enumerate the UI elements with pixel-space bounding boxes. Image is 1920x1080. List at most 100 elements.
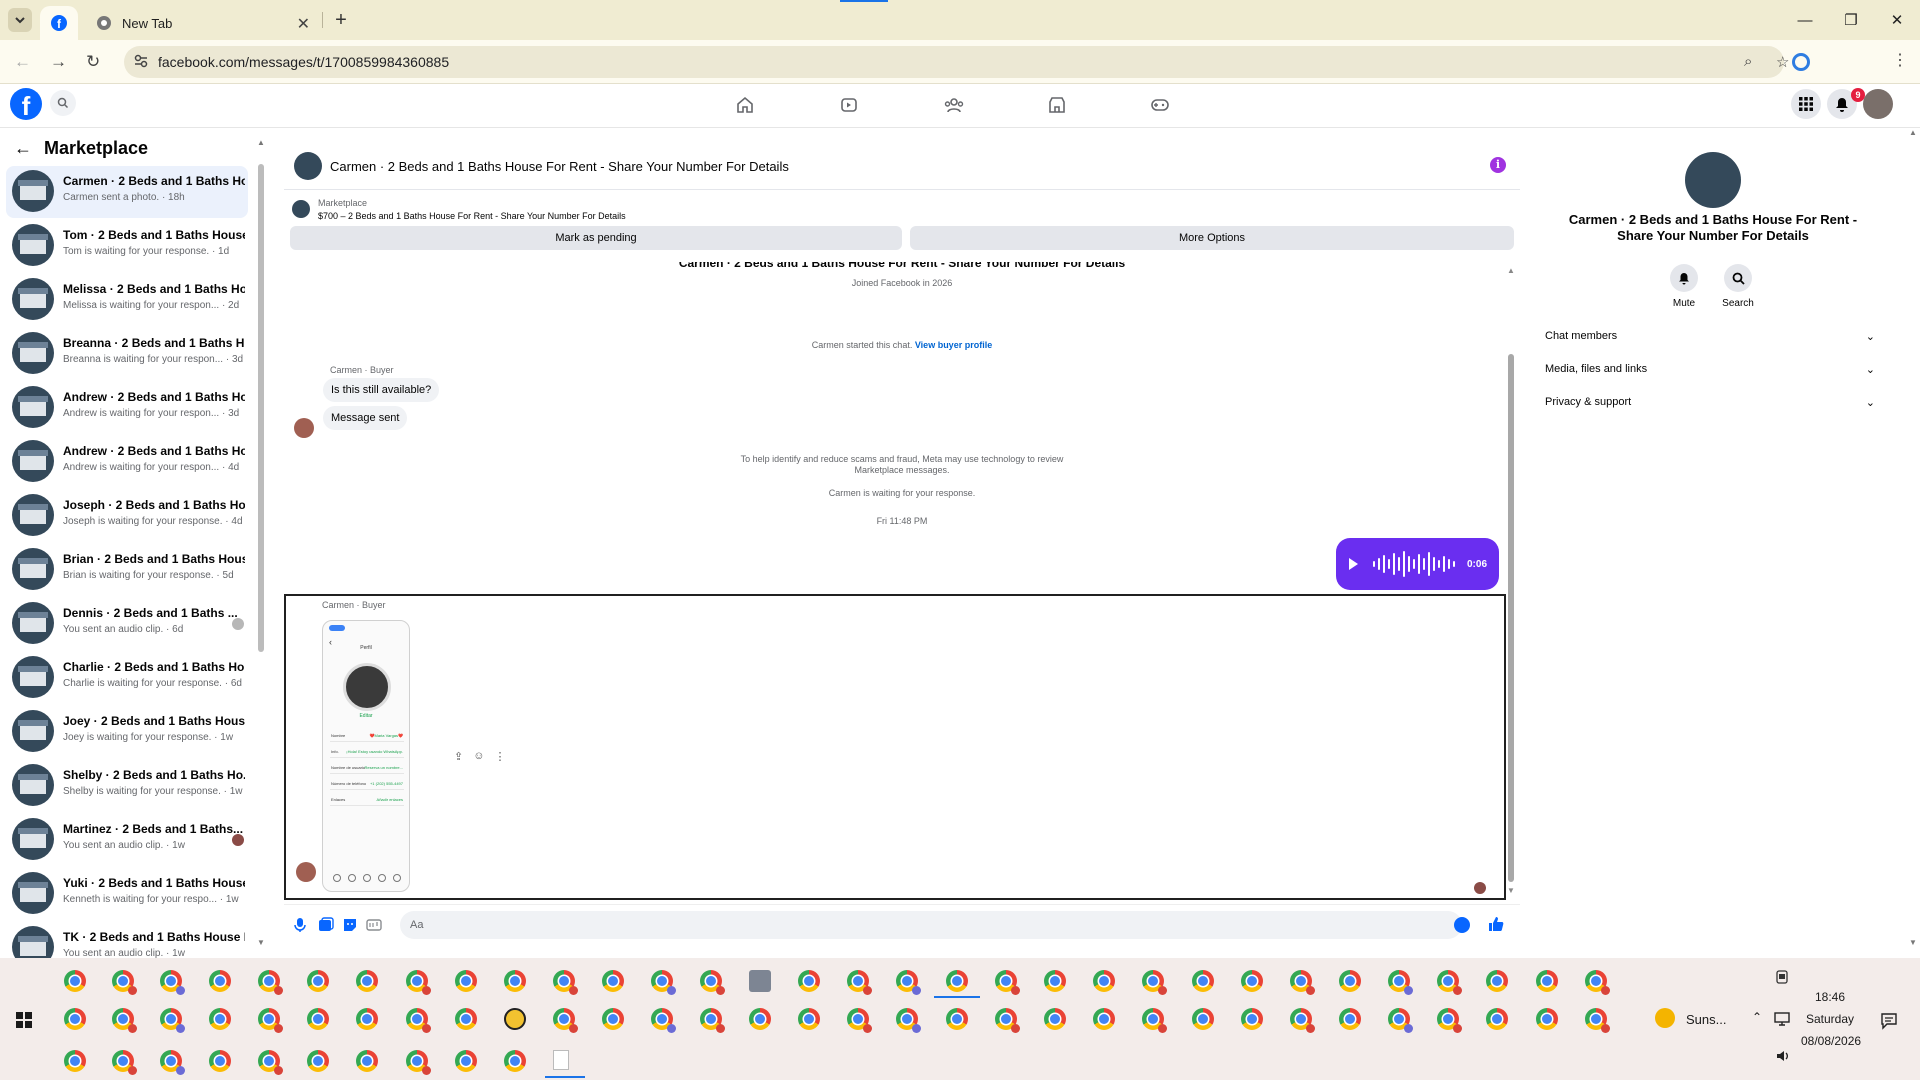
panel-avatar[interactable] [1685, 152, 1741, 208]
account-avatar[interactable] [1863, 89, 1893, 119]
close-window-button[interactable]: ✕ [1874, 0, 1920, 40]
chrome-profile-icon[interactable] [455, 1050, 477, 1072]
chrome-profile-icon[interactable] [1044, 1008, 1066, 1030]
chrome-profile-icon[interactable] [1388, 970, 1413, 995]
chrome-profile-icon[interactable] [406, 1050, 431, 1075]
microphone-icon[interactable] [294, 917, 306, 933]
chrome-profile-icon[interactable] [1339, 1008, 1361, 1030]
chrome-profile-icon[interactable] [1142, 1008, 1167, 1033]
chrome-profile-icon[interactable] [553, 1008, 578, 1033]
chrome-profile-icon[interactable] [356, 970, 378, 992]
scroll-up-icon[interactable]: ▲ [1507, 266, 1515, 275]
minimize-button[interactable]: — [1782, 0, 1828, 40]
chrome-profile-icon[interactable] [1437, 1008, 1462, 1033]
page-scrollbar[interactable]: ▲ ▼ [1906, 128, 1920, 948]
conversation-item[interactable]: Breanna · 2 Beds and 1 Baths H... Breanna… [6, 328, 248, 380]
volume-icon[interactable] [1776, 1050, 1790, 1062]
tab-search-button[interactable] [8, 8, 32, 32]
media-files-section[interactable]: Media, files and links ⌄ [1545, 363, 1875, 383]
more-icon[interactable]: ⋮ [494, 750, 505, 763]
chrome-profile-icon[interactable] [896, 970, 921, 995]
chrome-profile-icon[interactable] [258, 970, 283, 995]
browser-menu-icon[interactable]: ⋮ [1892, 50, 1908, 70]
message-bubble[interactable]: Message sent [323, 406, 408, 430]
chrome-profile-icon[interactable] [160, 1050, 185, 1075]
chrome-profile-icon[interactable] [1388, 1008, 1413, 1033]
network-icon[interactable] [1774, 1012, 1790, 1026]
tab-facebook[interactable]: f [40, 6, 78, 40]
back-arrow-icon[interactable]: ← [14, 138, 32, 159]
chrome-profile-icon[interactable] [64, 1050, 86, 1072]
chrome-profile-icon[interactable] [995, 1008, 1020, 1033]
new-tab-button[interactable]: + [330, 9, 352, 32]
sidebar-scroll-thumb[interactable] [258, 164, 264, 652]
app-window-icon[interactable] [749, 970, 771, 992]
chevron-up-icon[interactable]: ⌃ [1752, 1010, 1762, 1024]
conversation-item[interactable]: Brian · 2 Beds and 1 Baths Hous... Brian … [6, 544, 248, 596]
chrome-profile-icon[interactable] [1044, 970, 1066, 992]
site-settings-icon[interactable] [134, 54, 148, 68]
chrome-profile-icon[interactable] [1093, 970, 1115, 992]
thumbs-up-icon[interactable] [1488, 916, 1504, 932]
chrome-profile-icon[interactable] [1486, 970, 1508, 992]
chrome-profile-icon[interactable] [112, 1050, 137, 1075]
scroll-down-icon[interactable]: ▼ [1507, 886, 1515, 895]
share-icon[interactable]: ⇪ [454, 750, 463, 763]
document-icon[interactable] [553, 1050, 569, 1070]
facebook-logo-icon[interactable]: f [10, 88, 42, 121]
chrome-profile-icon[interactable] [307, 970, 329, 992]
marketplace-icon[interactable] [1048, 96, 1066, 114]
scroll-up-icon[interactable]: ▲ [1909, 128, 1917, 137]
chrome-profile-icon[interactable] [1585, 970, 1610, 995]
menu-button[interactable] [1791, 89, 1821, 119]
chrome-profile-icon[interactable] [651, 1008, 676, 1033]
groups-icon[interactable] [944, 96, 964, 114]
conversation-item[interactable]: Charlie · 2 Beds and 1 Baths Ho... Charli… [6, 652, 248, 704]
chrome-profile-icon[interactable] [651, 970, 676, 995]
chrome-profile-icon[interactable] [847, 1008, 872, 1033]
view-buyer-profile-link[interactable]: View buyer profile [915, 340, 992, 350]
chrome-profile-icon[interactable] [1536, 970, 1558, 992]
emoji-icon[interactable] [1454, 917, 1470, 933]
chrome-profile-icon[interactable] [112, 970, 137, 995]
conversation-item[interactable]: Carmen · 2 Beds and 1 Baths Ho... Carmen … [6, 166, 248, 218]
chat-avatar[interactable] [294, 152, 322, 180]
chrome-profile-icon[interactable] [1536, 1008, 1558, 1030]
buyer-avatar[interactable] [296, 862, 316, 882]
chrome-profile-icon[interactable] [1339, 970, 1361, 992]
chrome-profile-icon[interactable] [258, 1050, 283, 1075]
mark-as-pending-button[interactable]: Mark as pending [290, 226, 902, 250]
chrome-profile-icon[interactable] [1093, 1008, 1115, 1030]
listing-thumbnail[interactable] [292, 200, 310, 218]
device-icon[interactable] [1776, 970, 1788, 984]
chrome-profile-icon[interactable] [455, 970, 477, 992]
chrome-profile-icon[interactable] [1241, 1008, 1263, 1030]
clock-date[interactable]: 08/08/2026 [1801, 1034, 1861, 1048]
chrome-profile-icon[interactable] [356, 1050, 378, 1072]
clock-day[interactable]: Saturday [1806, 1012, 1854, 1026]
chrome-profile-icon[interactable] [946, 1008, 968, 1030]
chrome-profile-icon[interactable] [946, 970, 968, 992]
chrome-profile-icon[interactable] [160, 1008, 185, 1033]
bookmark-star-icon[interactable]: ☆ [1776, 53, 1789, 71]
zoom-icon[interactable]: ⌕ [1744, 53, 1752, 70]
sidebar-scrollbar[interactable]: ▲ ▼ [256, 138, 266, 950]
chrome-profile-icon[interactable] [1192, 1008, 1214, 1030]
chrome-profile-icon[interactable] [64, 970, 86, 992]
chrome-profile-icon[interactable] [1486, 1008, 1508, 1030]
conversation-item[interactable]: Shelby · 2 Beds and 1 Baths Ho... Shelby … [6, 760, 248, 812]
conversation-item[interactable]: Tom · 2 Beds and 1 Baths House... Tom is … [6, 220, 248, 272]
chrome-profile-icon[interactable] [749, 1008, 771, 1030]
chrome-profile-icon[interactable] [798, 970, 820, 992]
conversation-item[interactable]: Joseph · 2 Beds and 1 Baths Ho... Joseph … [6, 490, 248, 542]
chrome-profile-icon[interactable] [553, 970, 578, 995]
chrome-profile-icon[interactable] [798, 1008, 820, 1030]
gaming-icon[interactable] [1150, 96, 1170, 114]
chrome-profile-icon[interactable] [455, 1008, 477, 1030]
chrome-profile-icon[interactable] [307, 1050, 329, 1072]
conversation-item[interactable]: Andrew · 2 Beds and 1 Baths Ho... Andrew … [6, 382, 248, 434]
back-button[interactable]: ← [14, 52, 31, 72]
video-icon[interactable] [840, 96, 858, 114]
mute-action[interactable]: Mute [1659, 264, 1709, 309]
app-icon[interactable] [504, 1008, 526, 1030]
